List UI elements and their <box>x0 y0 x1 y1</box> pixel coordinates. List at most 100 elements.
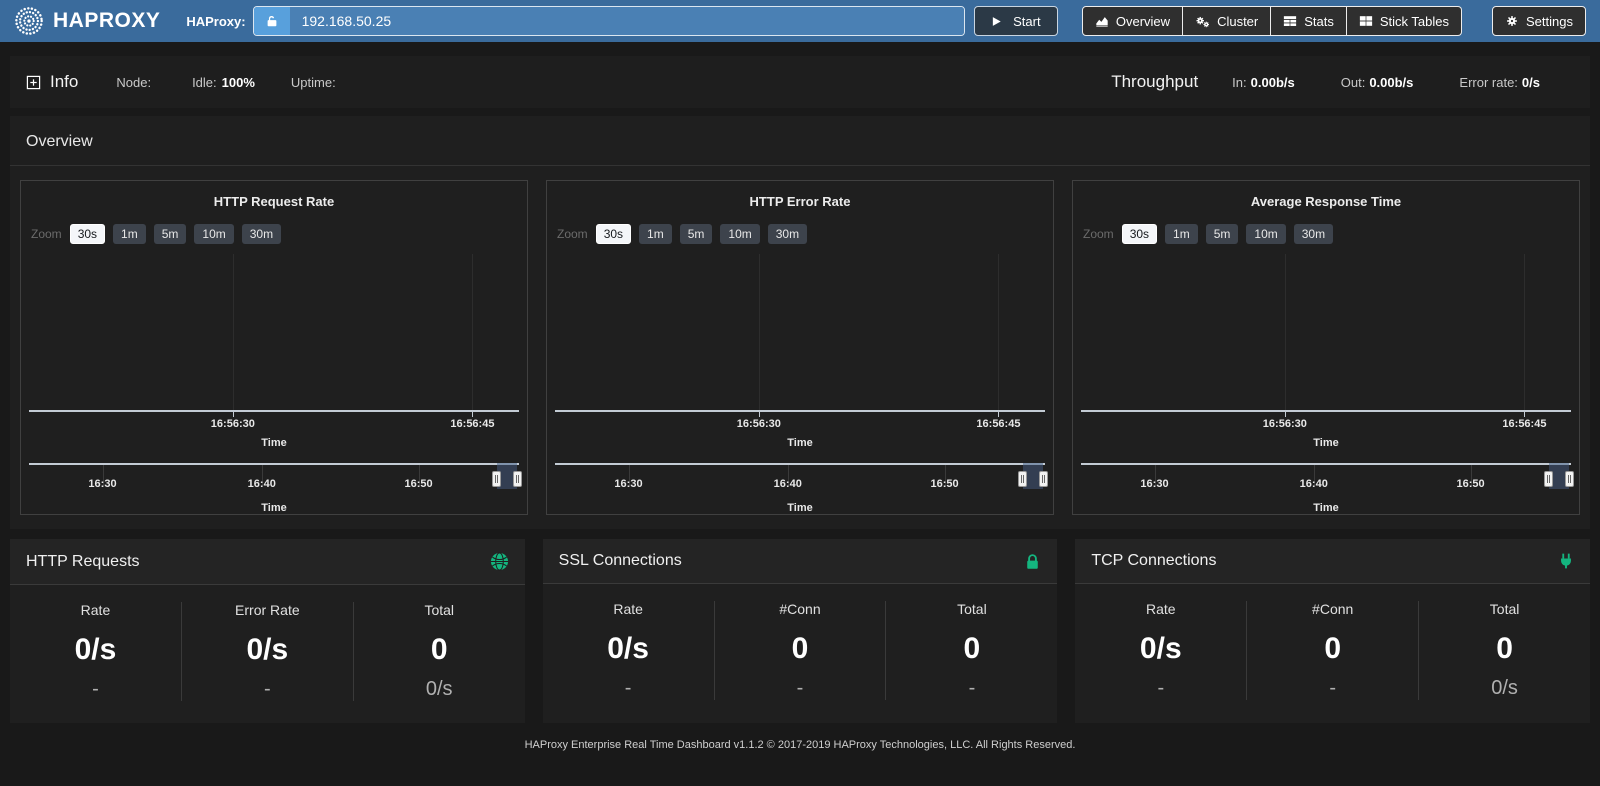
throughput-item-value: 0/s <box>1522 75 1540 90</box>
metric-column: Rate 0/s - <box>10 602 181 701</box>
metric-value: 0/s <box>182 633 353 667</box>
zoom-option-1[interactable]: 1m <box>113 224 146 244</box>
zoom-label: Zoom <box>557 227 588 241</box>
metric-value: 0/s <box>1075 632 1246 666</box>
nav-button-cluster[interactable]: Cluster <box>1183 6 1271 36</box>
zoom-option-4[interactable]: 30m <box>1294 224 1333 244</box>
zoom-option-1[interactable]: 1m <box>639 224 672 244</box>
card-http-requests: HTTP Requests Rate 0/s - <box>10 539 525 723</box>
zoom-option-1[interactable]: 1m <box>1165 224 1198 244</box>
navigator-right-handle[interactable] <box>1039 471 1048 487</box>
metric-cards-row: HTTP Requests Rate 0/s - <box>10 539 1590 723</box>
x-axis-tick-label: 16:56:30 <box>737 418 781 430</box>
metric-value: 0 <box>1247 632 1418 666</box>
throughput-title: Throughput <box>1111 72 1198 92</box>
zoom-option-2[interactable]: 5m <box>680 224 713 244</box>
zoom-option-3[interactable]: 10m <box>194 224 233 244</box>
card-ssl-connections: SSL Connections Rate 0/s - #Conn 0 <box>543 539 1058 723</box>
navigator-right-handle[interactable] <box>1565 471 1574 487</box>
charts-row: HTTP Request Rate Zoom 30s 1m 5m 10m 30m <box>20 180 1580 515</box>
metric-sub-value: - <box>182 678 353 701</box>
start-button[interactable]: Start <box>974 6 1058 36</box>
zoom-option-4[interactable]: 30m <box>768 224 807 244</box>
card-title: HTTP Requests <box>26 553 140 571</box>
area-chart-icon <box>1095 14 1109 28</box>
throughput-item-label: Out: <box>1341 75 1366 90</box>
zoom-range-selector: Zoom 30s 1m 5m 10m 30m <box>557 224 1053 244</box>
navigator-axis-title: Time <box>547 502 1053 514</box>
navigator-tick-label: 16:40 <box>248 478 276 490</box>
zoom-option-3[interactable]: 10m <box>1246 224 1285 244</box>
metric-label: Total <box>886 601 1057 617</box>
metric-column: Total 0 - <box>885 601 1057 700</box>
info-field-value: 100% <box>222 75 255 90</box>
throughput-item: Out:0.00b/s <box>1341 75 1414 90</box>
metric-value: 0 <box>886 632 1057 666</box>
settings-button-label: Settings <box>1526 14 1573 29</box>
x-axis-tick-label: 16:56:30 <box>1263 418 1307 430</box>
nav-button-stick-tables[interactable]: Stick Tables <box>1347 6 1462 36</box>
chart-navigator[interactable]: 16:30 16:40 16:50 <box>555 463 1045 499</box>
throughput-item: In:0.00b/s <box>1232 75 1295 90</box>
navigator-left-handle[interactable] <box>1544 471 1553 487</box>
throughput-item-value: 0.00b/s <box>1369 75 1413 90</box>
navigator-tick-label: 16:50 <box>404 478 432 490</box>
plus-square-icon[interactable] <box>26 75 41 90</box>
nav-button-stats[interactable]: Stats <box>1271 6 1347 36</box>
navigator-tick-label: 16:50 <box>930 478 958 490</box>
metric-label: Rate <box>10 602 181 618</box>
nav-button-overview[interactable]: Overview <box>1082 6 1183 36</box>
chart-title: Average Response Time <box>1073 194 1579 209</box>
metric-column: #Conn 0 - <box>1246 601 1418 700</box>
gear-icon <box>1505 14 1519 28</box>
navigator-axis-title: Time <box>1073 502 1579 514</box>
grid-icon <box>1359 14 1373 28</box>
chart-navigator[interactable]: 16:30 16:40 16:50 <box>29 463 519 499</box>
metric-label: #Conn <box>715 601 886 617</box>
zoom-option-2[interactable]: 5m <box>1206 224 1239 244</box>
zoom-option-0[interactable]: 30s <box>596 224 631 244</box>
metric-column: Rate 0/s - <box>1075 601 1246 700</box>
x-axis-title: Time <box>547 437 1053 449</box>
navigator-right-handle[interactable] <box>513 471 522 487</box>
x-axis-title: Time <box>21 437 527 449</box>
play-icon <box>991 16 1002 27</box>
chart-panel: HTTP Error Rate Zoom 30s 1m 5m 10m 30m <box>546 180 1054 515</box>
haproxy-brand: HAPROXY <box>14 6 160 36</box>
navigator-left-handle[interactable] <box>1018 471 1027 487</box>
main-nav: Overview <box>1082 6 1462 36</box>
navigator-left-handle[interactable] <box>492 471 501 487</box>
navigator-selected-range[interactable] <box>1549 463 1569 489</box>
x-axis-title: Time <box>1073 437 1579 449</box>
metric-value: 0/s <box>10 633 181 667</box>
navigator-selected-range[interactable] <box>1023 463 1043 489</box>
globe-icon <box>490 552 509 571</box>
lock-icon <box>1024 553 1041 570</box>
zoom-option-4[interactable]: 30m <box>242 224 281 244</box>
throughput-item-label: In: <box>1232 75 1246 90</box>
zoom-option-2[interactable]: 5m <box>154 224 187 244</box>
zoom-option-0[interactable]: 30s <box>70 224 105 244</box>
info-title: Info <box>50 72 78 92</box>
metric-value: 0 <box>715 632 886 666</box>
unlock-button[interactable] <box>254 7 290 35</box>
metric-sub-value: - <box>1247 677 1418 700</box>
navigator-selected-range[interactable] <box>497 463 517 489</box>
navigator-axis-title: Time <box>21 502 527 514</box>
brand-text: HAPROXY <box>53 9 160 33</box>
zoom-option-0[interactable]: 30s <box>1122 224 1157 244</box>
chart-panel: HTTP Request Rate Zoom 30s 1m 5m 10m 30m <box>20 180 528 515</box>
x-axis-tick-label: 16:56:30 <box>211 418 255 430</box>
metric-sub-value: - <box>543 677 714 700</box>
chart-plot-area <box>29 254 519 412</box>
haproxy-logo-icon <box>14 6 44 36</box>
address-input[interactable] <box>290 7 964 35</box>
chart-navigator[interactable]: 16:30 16:40 16:50 <box>1081 463 1571 499</box>
zoom-option-3[interactable]: 10m <box>720 224 759 244</box>
metric-column: Error Rate 0/s - <box>181 602 353 701</box>
navigator-tick-label: 16:30 <box>614 478 642 490</box>
info-bar: Info Node: Idle:100% Uptime: Throughput … <box>10 56 1590 108</box>
navigator-tick-label: 16:50 <box>1456 478 1484 490</box>
settings-button[interactable]: Settings <box>1492 6 1586 36</box>
start-button-label: Start <box>1013 14 1040 29</box>
